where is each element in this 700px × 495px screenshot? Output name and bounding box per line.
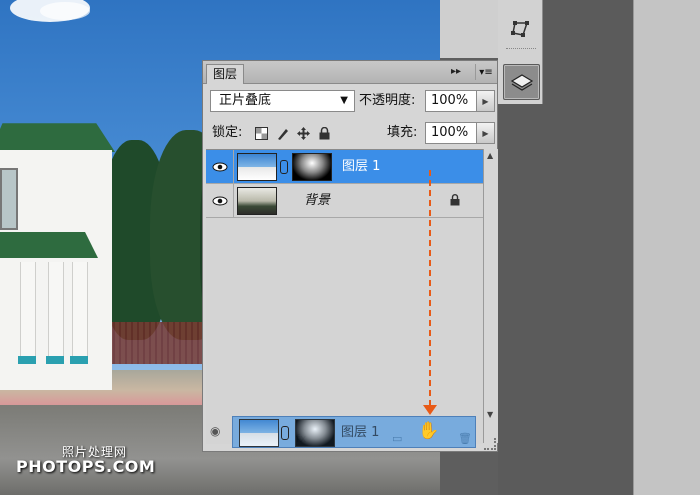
layer-name: 图层 1 <box>341 425 380 440</box>
layer-thumbnail[interactable] <box>237 153 277 181</box>
layers-panel: 图层 ▸▸ ▾≡ 正片叠底 ▼ 不透明度: 100% ▶ 锁定: 填充: 100… <box>202 60 498 452</box>
layer-name[interactable]: 图层 1 <box>342 150 380 184</box>
visibility-toggle[interactable] <box>206 184 234 218</box>
fill-label: 填充: <box>387 125 418 140</box>
opacity-input[interactable]: 100% <box>425 90 477 112</box>
layers-icon[interactable] <box>503 64 540 100</box>
column-base <box>46 356 64 364</box>
lock-position-icon[interactable] <box>296 126 310 140</box>
resize-grip[interactable] <box>484 438 496 450</box>
lock-label: 锁定: <box>212 125 243 140</box>
chain-icon[interactable] <box>280 160 288 174</box>
fill-input[interactable]: 100% <box>425 122 477 144</box>
roof <box>0 123 115 152</box>
scroll-down-icon[interactable]: ▼ <box>487 410 493 419</box>
opacity-label: 不透明度: <box>359 93 416 108</box>
layers-scrollbar[interactable]: ▲ ▼ <box>483 149 498 443</box>
lock-icon <box>450 194 460 209</box>
column <box>72 262 88 362</box>
drag-guide-line <box>429 170 431 406</box>
lock-all-icon[interactable] <box>317 126 331 140</box>
column-base <box>70 356 88 364</box>
cloud <box>40 2 90 20</box>
dock-separator <box>506 48 536 53</box>
fill-slider-button[interactable]: ▶ <box>476 122 495 144</box>
drag-arrow-head <box>423 405 437 415</box>
blend-mode-value: 正片叠底 <box>219 93 272 108</box>
layer-thumbnail <box>239 419 279 447</box>
eye-icon <box>210 158 230 175</box>
panel-header: 图层 ▸▸ ▾≡ <box>203 61 497 84</box>
layer-mask-thumbnail <box>295 419 335 447</box>
column <box>48 262 64 362</box>
lock-pixels-icon[interactable] <box>275 126 289 140</box>
layer-mask-thumbnail[interactable] <box>292 153 332 181</box>
hand-cursor-icon: ✋ <box>418 421 440 441</box>
workspace-gap <box>440 0 498 58</box>
chevron-down-icon: ▼ <box>340 95 348 106</box>
collapse-icon[interactable]: ▸▸ <box>451 65 461 79</box>
visibility-toggle[interactable] <box>206 150 234 184</box>
chain-icon <box>281 426 289 440</box>
blend-mode-select[interactable]: 正片叠底 ▼ <box>210 90 355 112</box>
eye-icon <box>210 192 230 209</box>
porch-roof <box>0 232 98 258</box>
side-area <box>633 0 700 495</box>
window <box>0 168 18 230</box>
scroll-up-icon[interactable]: ▲ <box>487 151 493 160</box>
fence <box>95 322 210 364</box>
watermark-url: PHOTOPS.COM <box>16 457 156 476</box>
layer-row[interactable]: 背景 <box>206 184 483 218</box>
transform-icon[interactable] <box>506 14 536 44</box>
column-base <box>18 356 36 364</box>
layer-row[interactable]: 图层 1 <box>206 150 483 184</box>
panel-menu-icon[interactable]: ▾≡ <box>475 64 496 80</box>
opacity-slider-button[interactable]: ▶ <box>476 90 495 112</box>
eye-icon: ◉ <box>210 424 221 438</box>
layer-name[interactable]: 背景 <box>304 184 330 218</box>
tab-layers[interactable]: 图层 <box>206 64 245 84</box>
layer-thumbnail[interactable] <box>237 187 277 215</box>
column <box>20 262 36 362</box>
lock-transparency-icon[interactable] <box>254 126 268 140</box>
layers-list: 图层 1 背景 <box>206 149 483 444</box>
